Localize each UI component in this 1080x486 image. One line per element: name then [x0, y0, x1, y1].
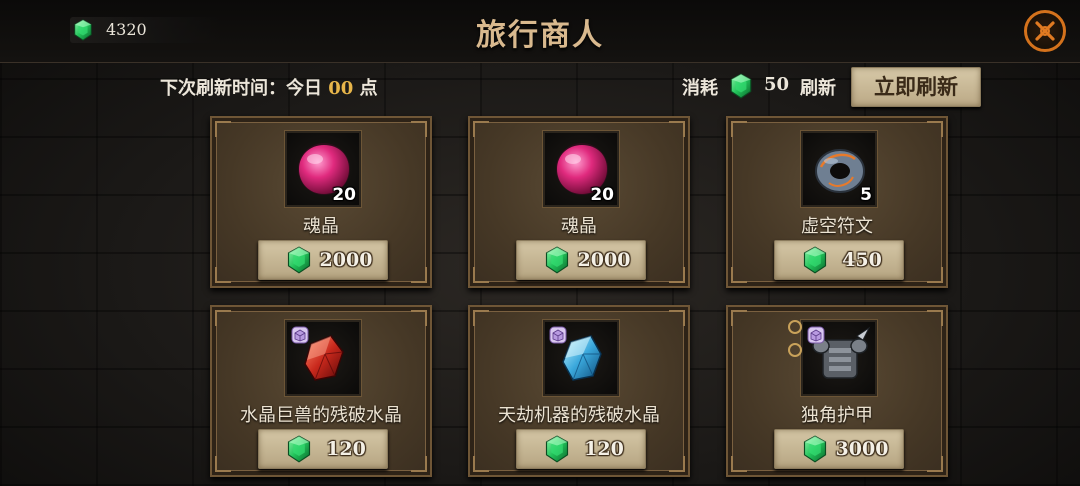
close-button[interactable]: [1024, 10, 1066, 52]
emerald-gem-icon: [545, 246, 569, 274]
item-quantity: 20: [590, 185, 614, 205]
buy-button[interactable]: 120: [516, 429, 646, 469]
shop-item-card[interactable]: 天劫机器的残破水晶 120: [468, 305, 690, 477]
item-price: 120: [584, 438, 624, 460]
material-box-icon: [291, 326, 309, 344]
item-slot[interactable]: 5: [801, 131, 877, 207]
material-box-icon: [807, 326, 825, 344]
refresh-time-day: 今日: [286, 78, 322, 99]
shop-item-card[interactable]: 5 虚空符文 450: [726, 116, 948, 288]
item-slot[interactable]: 20: [285, 131, 361, 207]
buy-button[interactable]: 450: [774, 240, 904, 280]
refresh-time-suffix: 点: [359, 78, 378, 99]
item-quantity: 5: [860, 185, 872, 205]
item-name: 魂晶: [303, 216, 339, 237]
item-price: 120: [326, 438, 366, 460]
cost-label: 消耗: [682, 78, 718, 99]
emerald-gem-icon: [730, 73, 752, 99]
emerald-gem-icon: [803, 435, 827, 463]
emerald-gem-icon: [545, 435, 569, 463]
item-name: 魂晶: [561, 216, 597, 237]
item-name: 独角护甲: [801, 405, 873, 426]
emerald-gem-icon: [803, 246, 827, 274]
item-price: 3000: [835, 438, 889, 460]
chain-ornament-icon: [788, 320, 802, 357]
emerald-gem-icon: [287, 435, 311, 463]
item-slot[interactable]: 20: [543, 131, 619, 207]
shop-item-card[interactable]: 20 魂晶 2000: [468, 116, 690, 288]
cost-amount: 50: [764, 74, 790, 95]
refresh-time-hour: 00: [328, 78, 354, 99]
item-slot[interactable]: [285, 320, 361, 396]
buy-button[interactable]: 2000: [258, 240, 388, 280]
item-price: 2000: [577, 249, 631, 271]
close-icon: [1035, 21, 1055, 41]
item-name: 天劫机器的残破水晶: [498, 405, 660, 426]
item-slot[interactable]: [543, 320, 619, 396]
shop-item-card[interactable]: 20 魂晶 2000: [210, 116, 432, 288]
item-price: 2000: [319, 249, 373, 271]
buy-button[interactable]: 120: [258, 429, 388, 469]
refresh-time-text: 下次刷新时间：今日 00 点: [160, 74, 378, 100]
item-name: 虚空符文: [801, 216, 873, 237]
material-box-icon: [549, 326, 567, 344]
refresh-row: 下次刷新时间：今日 00 点 消耗 50 刷新 立即刷新: [0, 62, 1080, 110]
refresh-label: 刷新: [800, 78, 836, 99]
item-name: 水晶巨兽的残破水晶: [240, 405, 402, 426]
buy-button[interactable]: 2000: [516, 240, 646, 280]
item-quantity: 20: [332, 185, 356, 205]
item-slot[interactable]: [801, 320, 877, 396]
top-bar: 4320 旅行商人: [0, 0, 1080, 63]
refresh-time-prefix: 下次刷新时间：: [160, 78, 286, 99]
item-price: 450: [842, 249, 882, 271]
buy-button[interactable]: 3000: [774, 429, 904, 469]
emerald-gem-icon: [287, 246, 311, 274]
shop-item-card[interactable]: 水晶巨兽的残破水晶 120: [210, 305, 432, 477]
page-title: 旅行商人: [476, 18, 604, 53]
refresh-now-button[interactable]: 立即刷新: [851, 67, 981, 107]
shop-item-card[interactable]: 独角护甲 3000: [726, 305, 948, 477]
